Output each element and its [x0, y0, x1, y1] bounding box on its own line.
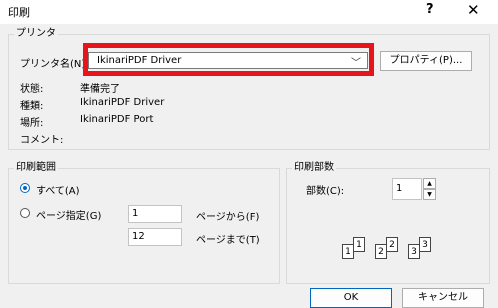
collate-page: 2	[386, 237, 398, 252]
location-label: 場所:	[20, 118, 44, 129]
cancel-button[interactable]: キャンセル	[402, 288, 484, 308]
to-page-label: ページまで(T)	[196, 235, 260, 246]
copies-label: 部数(C):	[306, 186, 345, 197]
spin-up-button[interactable]: ▲	[423, 178, 436, 189]
to-page-input[interactable]: 12	[128, 228, 182, 246]
copies-input[interactable]: 1	[392, 178, 422, 200]
printer-name-label: プリンタ名(N):	[20, 59, 89, 70]
ok-button[interactable]: OK	[310, 288, 392, 308]
from-page-input[interactable]: 1	[128, 205, 182, 223]
title-bar	[0, 0, 498, 24]
collate-page: 1	[353, 237, 365, 252]
comment-label: コメント:	[20, 135, 64, 146]
status-label: 状態:	[20, 84, 44, 95]
radio-pages[interactable]	[20, 208, 30, 218]
status-value: 準備完了	[80, 84, 120, 95]
from-page-label: ページから(F)	[196, 212, 260, 223]
print-range-group-label: 印刷範囲	[14, 162, 58, 174]
copies-group-label: 印刷部数	[292, 162, 336, 174]
close-button[interactable]: ✕	[467, 1, 480, 19]
properties-button[interactable]: プロパティ(P)...	[380, 51, 472, 71]
collate-page: 3	[419, 237, 431, 252]
type-label: 種類:	[20, 101, 44, 112]
spin-down-button[interactable]: ▼	[423, 189, 436, 200]
highlight-box	[83, 43, 374, 76]
location-value: IkinariPDF Port	[80, 114, 154, 125]
dialog-title: 印刷	[8, 6, 30, 19]
radio-all[interactable]	[20, 183, 30, 193]
type-value: IkinariPDF Driver	[80, 97, 165, 108]
radio-pages-label[interactable]: ページ指定(G)	[36, 207, 101, 222]
help-button[interactable]: ?	[426, 2, 434, 17]
radio-all-label[interactable]: すべて(A)	[36, 182, 80, 197]
printer-group-label: プリンタ	[14, 28, 58, 40]
